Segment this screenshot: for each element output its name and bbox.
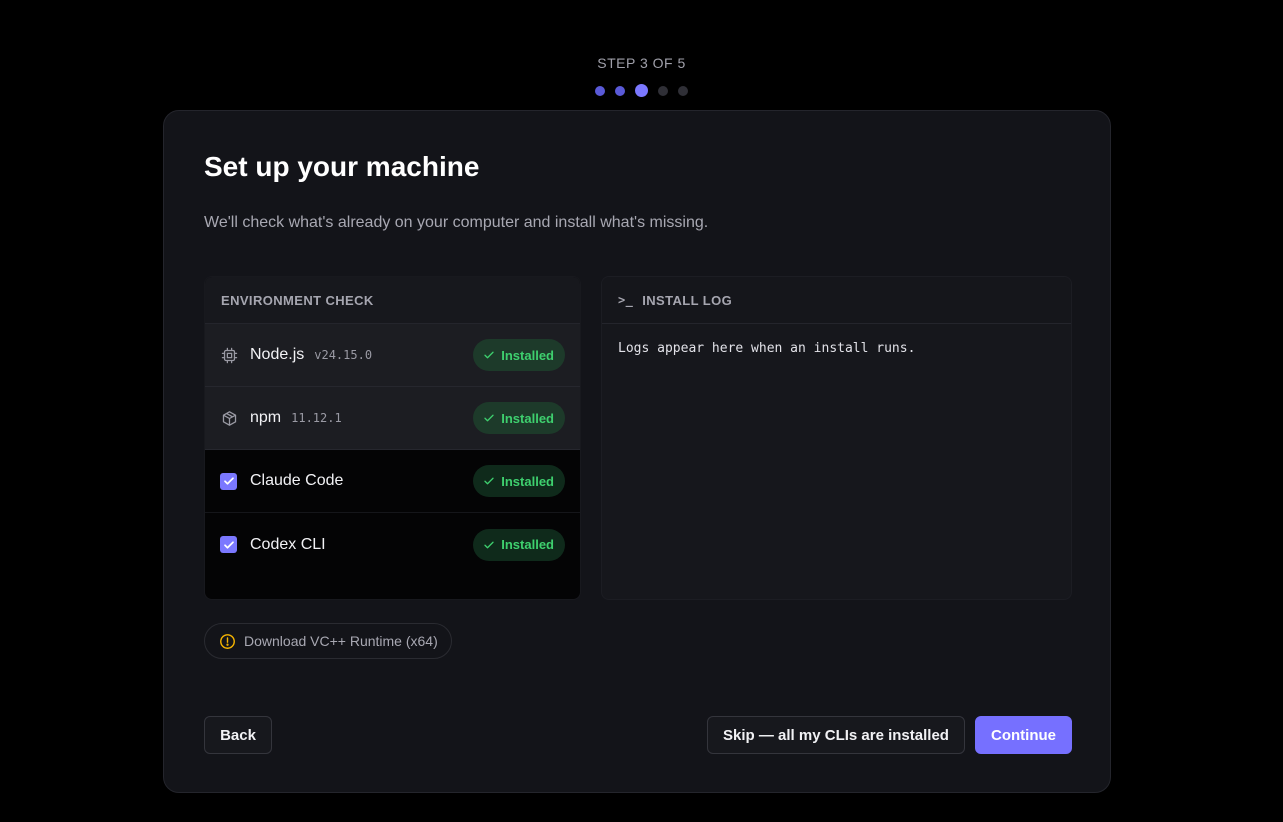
- step-dot-5: [678, 85, 688, 96]
- cpu-icon: [220, 346, 238, 364]
- environment-check-header: ENVIRONMENT CHECK: [205, 277, 580, 324]
- env-row-npm: npm 11.12.1 Installed: [205, 387, 580, 450]
- env-row-name: npm: [250, 409, 282, 426]
- skip-button[interactable]: Skip — all my CLIs are installed: [707, 716, 965, 754]
- check-icon: [484, 351, 494, 359]
- status-badge-label: Installed: [501, 537, 554, 552]
- onboarding-screen: STEP 3 OF 5 Set up your machine We'll ch…: [0, 0, 1283, 822]
- continue-button[interactable]: Continue: [975, 716, 1072, 754]
- codex-cli-checkbox[interactable]: [220, 536, 237, 553]
- package-icon: [220, 409, 238, 427]
- warning-circle-icon: [219, 633, 236, 650]
- environment-check-panel: ENVIRONMENT CHECK Node.js v24.15.0 Insta…: [204, 276, 581, 600]
- step-indicator-label: STEP 3 OF 5: [597, 55, 686, 71]
- env-row-name: Codex CLI: [250, 535, 326, 553]
- status-badge: Installed: [473, 402, 565, 434]
- page-title: Set up your machine: [204, 151, 480, 182]
- checkbox-checked-icon: [223, 477, 234, 485]
- page-subtitle: We'll check what's already on your compu…: [204, 214, 709, 231]
- status-badge-label: Installed: [501, 410, 554, 426]
- env-row-version: 11.12.1: [291, 411, 342, 425]
- env-row-version: v24.15.0: [314, 348, 373, 362]
- env-row-name: Node.js: [250, 346, 305, 363]
- env-row-claude-code[interactable]: Claude Code Installed: [205, 450, 580, 513]
- step-dot-3-current: [635, 84, 648, 97]
- status-badge-label: Installed: [501, 347, 554, 363]
- step-dot-2: [615, 85, 625, 96]
- install-log-header: >_ INSTALL LOG: [602, 277, 1071, 324]
- checkbox-checked-icon: [223, 540, 234, 549]
- check-icon: [484, 414, 494, 422]
- step-dot-4: [658, 85, 668, 96]
- install-log-output: Logs appear here when an install runs.: [618, 341, 916, 356]
- check-icon: [484, 541, 494, 548]
- install-log-title: INSTALL LOG: [642, 292, 733, 308]
- status-badge: Installed: [473, 339, 565, 371]
- terminal-prompt-icon: >_: [618, 293, 634, 307]
- step-dot-1: [595, 85, 605, 96]
- env-row-name: Claude Code: [250, 472, 344, 489]
- status-badge: Installed: [473, 465, 565, 497]
- setup-card: Set up your machine We'll check what's a…: [163, 110, 1111, 793]
- status-badge-label: Installed: [501, 473, 554, 489]
- env-row-codex-cli[interactable]: Codex CLI Installed: [205, 513, 580, 576]
- step-dots: [0, 84, 1283, 97]
- download-vc-runtime-button[interactable]: Download VC++ Runtime (x64): [204, 623, 452, 659]
- claude-code-checkbox[interactable]: [220, 472, 237, 490]
- install-log-panel: >_ INSTALL LOG Logs appear here when an …: [601, 276, 1072, 600]
- download-vc-runtime-label: Download VC++ Runtime (x64): [244, 633, 438, 649]
- back-button[interactable]: Back: [204, 716, 272, 754]
- env-row-nodejs: Node.js v24.15.0 Installed: [205, 324, 580, 387]
- check-icon: [484, 477, 494, 485]
- status-badge: Installed: [473, 528, 565, 561]
